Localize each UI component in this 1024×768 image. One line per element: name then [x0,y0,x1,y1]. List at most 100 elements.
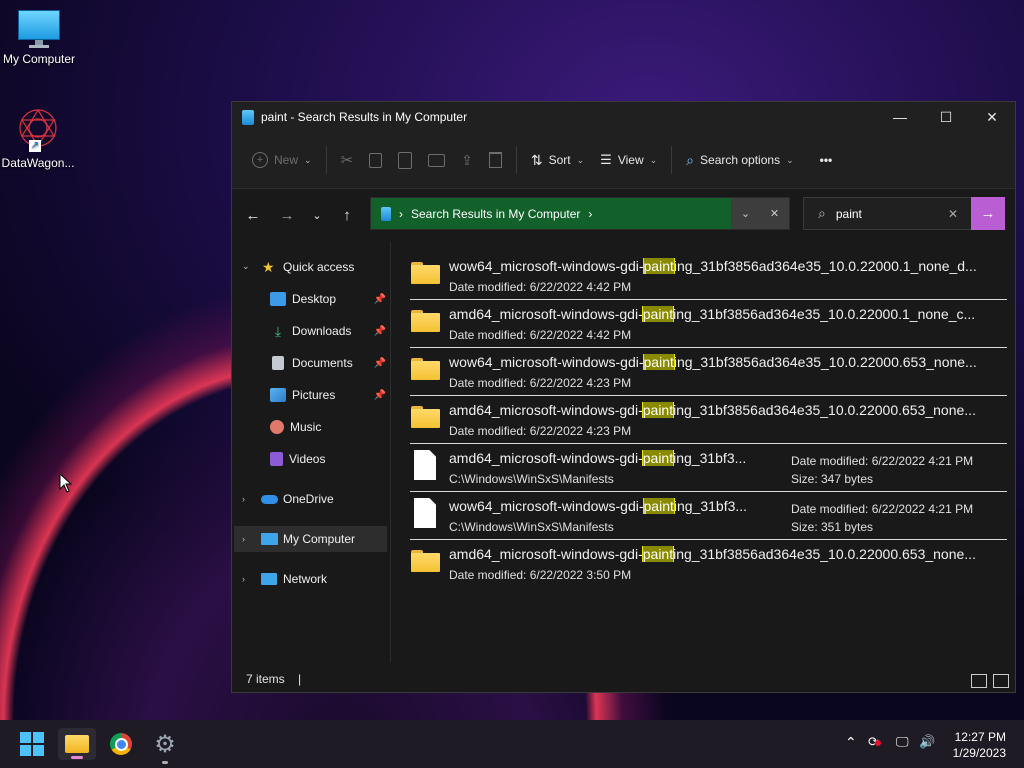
rename-button[interactable] [420,144,453,176]
pictures-icon [270,388,286,402]
more-options-button[interactable]: ••• [812,144,841,176]
sidebar-item-videos[interactable]: Videos [270,446,390,472]
music-icon [270,420,284,434]
list-item[interactable]: amd64_microsoft-windows-gdi-painting_31b… [410,300,1007,348]
breadcrumb-search-results[interactable]: Search Results in My Computer [411,207,580,221]
volume-icon[interactable]: 🔊 [919,734,935,750]
item-date-modified: Date modified: 6/22/2022 4:42 PM [449,280,632,294]
forward-arrow-icon[interactable]: → [270,199,304,231]
chevron-up-icon[interactable]: ⌃ [845,734,857,751]
shortcut-arrow-icon: ↗ [29,140,41,152]
list-item[interactable]: wow64_microsoft-windows-gdi-painting_31b… [410,252,1007,300]
chevron-down-icon[interactable]: ⌄ [741,207,750,220]
search-results-list: wow64_microsoft-windows-gdi-painting_31b… [400,242,1015,662]
file-icon [414,450,436,480]
new-button[interactable]: + New ⌄ [244,144,320,176]
trash-icon [488,152,502,168]
list-item[interactable]: amd64_microsoft-windows-gdi-painting_31b… [410,540,1007,587]
cut-button[interactable]: ✂ [333,144,362,176]
item-date-modified: Date modified: 6/22/2022 4:42 PM [449,328,632,342]
chevron-right-icon[interactable]: › [242,574,245,584]
search-input[interactable]: paint [836,207,948,221]
sidebar-item-label: Network [283,572,328,586]
sidebar-item-desktop[interactable]: Desktop 📌 [270,286,390,312]
sidebar-item-network[interactable]: › Network [232,566,390,592]
desktop-icon-my-computer[interactable]: My Computer [0,10,79,66]
view-button[interactable]: ☰ View ⌄ [592,144,665,176]
sidebar-item-label: Music [290,420,322,434]
taskbar-chrome[interactable] [103,728,139,760]
list-item[interactable]: amd64_microsoft-windows-gdi-painting_31b… [410,396,1007,444]
desktop-icon-datawagon[interactable]: ↗ DataWagon... [0,106,78,170]
clear-search-icon[interactable]: ✕ [948,207,958,221]
chrome-icon [110,733,132,755]
recent-locations-chevron-icon[interactable]: ⌄ [304,199,330,231]
start-button[interactable] [14,728,50,760]
address-bar[interactable]: › Search Results in My Computer › ⌄ ✕ [370,197,790,230]
large-icons-view-icon[interactable] [993,674,1009,688]
clock-time: 12:27 PM [954,730,1006,744]
details-view-icon[interactable] [971,674,987,688]
folder-icon [65,735,89,753]
search-go-button[interactable]: → [971,197,1005,230]
sidebar-item-downloads[interactable]: ⤓ Downloads 📌 [270,318,390,344]
sidebar-item-music[interactable]: Music [270,414,390,440]
copy-icon [369,152,383,168]
clock[interactable]: 12:27 PM 1/29/2023 [953,729,1006,761]
mouse-cursor-icon [59,473,73,493]
gear-icon: ⚙ [154,730,176,758]
search-box[interactable]: ⌕ paint ✕ → [803,197,1005,230]
share-icon: ⇪ [461,151,473,168]
item-name: amd64_microsoft-windows-gdi-painting_31b… [449,306,976,322]
copy-button[interactable] [361,144,390,176]
file-explorer-window: paint - Search Results in My Computer — … [231,101,1016,693]
chevron-down-icon: ⌄ [786,154,794,165]
taskbar: ⚙ ⌃ ⟳ 🖵 🔊 12:27 PM 1/29/2023 [0,720,1024,768]
chevron-right-icon[interactable]: › [242,494,245,504]
sidebar-item-onedrive[interactable]: › OneDrive [232,486,390,512]
sidebar-item-quick-access[interactable]: ⌄ ★ Quick access [232,254,390,280]
view-icon: ☰ [600,152,612,167]
sort-button[interactable]: ⇅ Sort ⌄ [523,144,592,176]
chevron-right-icon[interactable]: › [242,534,245,544]
network-icon[interactable]: 🖵 [896,734,909,750]
folder-icon [411,262,440,284]
item-name: wow64_microsoft-windows-gdi-painting_31b… [449,498,748,514]
maximize-button[interactable]: ☐ [923,102,969,132]
close-button[interactable]: ✕ [969,102,1015,132]
item-date-modified: Date modified: 6/22/2022 4:21 PM [791,502,974,516]
sidebar-item-label: Desktop [292,292,337,306]
sidebar-item-pictures[interactable]: Pictures 📌 [270,382,390,408]
item-date-modified: Date modified: 6/22/2022 3:50 PM [449,568,632,582]
star-icon: ★ [262,258,275,275]
paste-button[interactable] [390,144,420,176]
sidebar-item-documents[interactable]: Documents 📌 [270,350,390,376]
explorer-app-icon [242,109,254,125]
rename-icon [428,153,446,167]
up-arrow-icon[interactable]: ↑ [330,199,364,231]
sync-icon[interactable]: ⟳ [868,734,881,750]
folder-icon [411,550,440,572]
windows-logo-icon [20,732,44,756]
sidebar-item-my-computer[interactable]: › My Computer [234,526,387,552]
status-bar: 7 items | [246,672,301,686]
search-options-button[interactable]: ⌕ Search options ⌄ [678,144,801,176]
share-button[interactable]: ⇪ [453,144,481,176]
taskbar-file-explorer[interactable] [58,728,96,760]
taskbar-settings[interactable]: ⚙ [147,728,183,764]
list-item[interactable]: wow64_microsoft-windows-gdi-painting_31b… [410,492,1007,540]
chevron-down-icon[interactable]: ⌄ [242,261,250,272]
minimize-button[interactable]: — [877,102,923,132]
back-arrow-icon[interactable]: ← [236,199,270,231]
delete-button[interactable] [481,144,510,176]
list-item[interactable]: amd64_microsoft-windows-gdi-painting_31b… [410,444,1007,492]
active-indicator [71,756,83,759]
item-size: Size: 351 bytes [791,520,874,534]
list-item[interactable]: wow64_microsoft-windows-gdi-painting_31b… [410,348,1007,396]
file-icon [414,498,436,528]
status-divider: | [298,672,302,686]
view-label: View [617,153,644,167]
sidebar-item-label: Pictures [292,388,336,402]
divider [325,146,327,174]
clear-address-icon[interactable]: ✕ [770,207,779,220]
